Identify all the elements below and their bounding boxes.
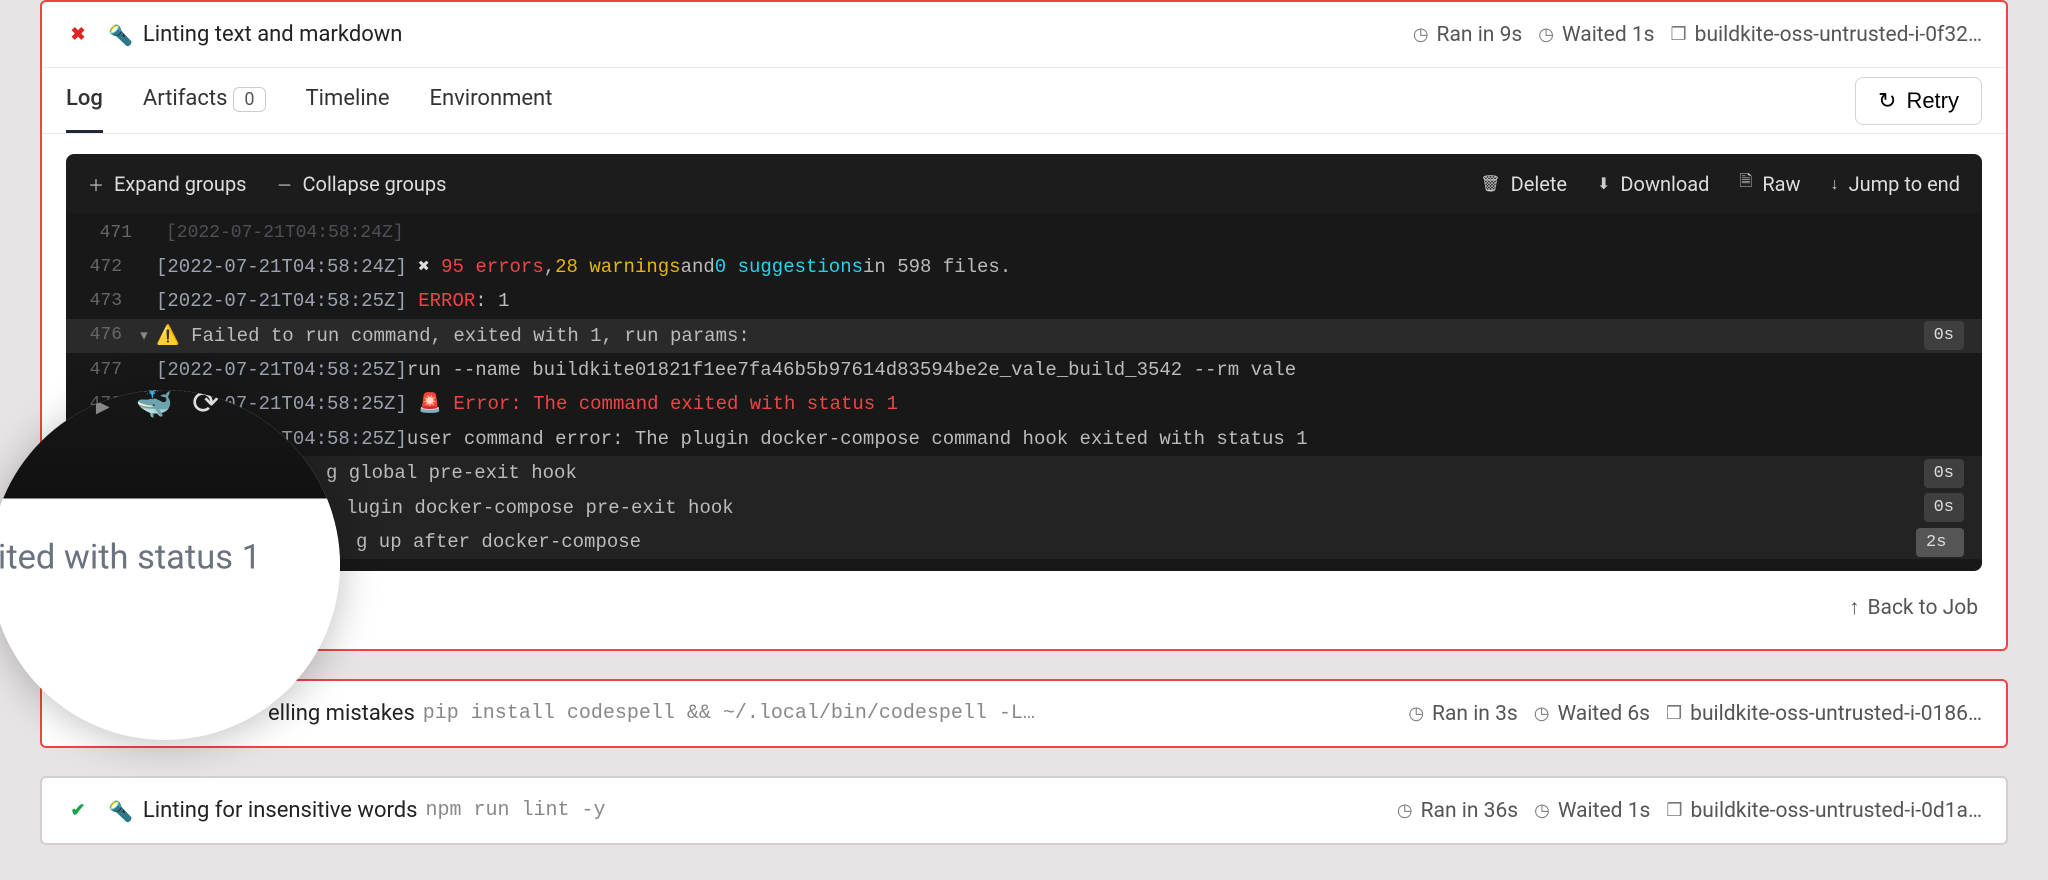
tab-timeline[interactable]: Timeline bbox=[306, 68, 390, 133]
plus-icon: ＋ bbox=[88, 172, 104, 196]
status-icon-fail: ✖ bbox=[66, 24, 90, 45]
retry-button[interactable]: ↻Retry bbox=[1855, 77, 1982, 125]
jump-to-end-button[interactable]: ↓Jump to end bbox=[1831, 170, 1960, 197]
arrow-down-icon: ↓ bbox=[1831, 174, 1839, 194]
chevron-down-icon: ▾ bbox=[136, 321, 152, 351]
trash-icon: 🗑 bbox=[1480, 174, 1500, 193]
x-icon: ✖ bbox=[418, 252, 429, 282]
raw-button[interactable]: 🗎Raw bbox=[1739, 170, 1800, 197]
log-body[interactable]: 471 [2022-07-21T04:58:24Z] 472 [2022-07-… bbox=[66, 213, 1982, 571]
log-line: 478 [2022-07-21T04:58:25Z] 🚨 Error: The … bbox=[66, 387, 1982, 421]
clock-icon: ◷ bbox=[1397, 800, 1413, 821]
job-card-insensitive-words[interactable]: ✔ 🔦 Linting for insensitive words npm ru… bbox=[40, 776, 2008, 845]
job-card-spelling[interactable]: elling mistakes pip install codespell &&… bbox=[40, 679, 2008, 748]
log-line: 471 [2022-07-21T04:58:24Z] bbox=[66, 217, 1982, 250]
job-meta: ◷Ran in 3s ◷Waited 6s ❒buildkite-oss-unt… bbox=[1408, 702, 1982, 726]
magnifier-overlay: [2022-07-21T04:58:25Z] 486 ▶ 🐳 ⟳ Exited … bbox=[0, 390, 340, 740]
arrow-up-icon: ↑ bbox=[1849, 596, 1860, 620]
retry-icon: ↻ bbox=[1878, 88, 1896, 114]
collapse-groups-button[interactable]: －Collapse groups bbox=[277, 172, 447, 196]
log-line: 481 [2022-07-21T04:58:25Z] user command … bbox=[66, 422, 1982, 456]
log-line: 473 [2022-07-21T04:58:25Z] ERROR: 1 bbox=[66, 284, 1982, 318]
job-command: pip install codespell && ~/.local/bin/co… bbox=[423, 702, 1043, 725]
log-group-header[interactable]: lugin docker-compose pre-exit hook 0s bbox=[66, 491, 1982, 525]
job-meta: ◷Ran in 9s ◷Waited 1s ❒buildkite-oss-unt… bbox=[1413, 23, 1982, 47]
log-line: 477 [2022-07-21T04:58:25Z] run --name bu… bbox=[66, 353, 1982, 387]
download-button[interactable]: ⬇Download bbox=[1597, 170, 1709, 197]
warning-icon: ⚠️ bbox=[156, 321, 180, 351]
status-icon-pass: ✔ bbox=[66, 800, 90, 821]
job-emoji: 🔦 bbox=[108, 23, 133, 47]
log-group-header[interactable]: g up after docker-compose 2s bbox=[66, 525, 1982, 559]
log-line: 472 [2022-07-21T04:58:24Z] ✖ 95 errors, … bbox=[66, 250, 1982, 284]
chevron-right-icon: ▶ bbox=[96, 392, 110, 420]
cube-icon: ❒ bbox=[1666, 800, 1682, 821]
minus-icon: － bbox=[277, 172, 293, 196]
cube-icon: ❒ bbox=[1671, 24, 1687, 45]
back-to-job-link[interactable]: ↑Back to Job bbox=[1849, 596, 1978, 620]
tab-log[interactable]: Log bbox=[66, 68, 103, 133]
alert-icon: 🚨 bbox=[418, 389, 442, 419]
clock-icon: ◷ bbox=[1534, 800, 1550, 821]
docker-icon: 🐳 bbox=[135, 390, 172, 421]
cube-icon: ❒ bbox=[1666, 703, 1682, 724]
clock-icon: ◷ bbox=[1538, 24, 1554, 45]
job-meta: ◷Ran in 36s ◷Waited 1s ❒buildkite-oss-un… bbox=[1397, 799, 1982, 823]
job-emoji: 🔦 bbox=[108, 799, 133, 823]
job-title: Linting for insensitive words bbox=[143, 798, 418, 823]
expand-groups-button[interactable]: ＋Expand groups bbox=[88, 172, 247, 196]
tabs-row: Log Artifacts0 Timeline Environment ↻Ret… bbox=[42, 67, 2006, 134]
download-icon: ⬇ bbox=[1597, 174, 1610, 193]
delete-button[interactable]: 🗑Delete bbox=[1480, 170, 1567, 197]
clock-icon: ◷ bbox=[1408, 703, 1424, 724]
job-header[interactable]: ✖ 🔦 Linting text and markdown ◷Ran in 9s… bbox=[42, 2, 2006, 67]
file-icon: 🗎 bbox=[1739, 170, 1752, 197]
tab-artifacts[interactable]: Artifacts0 bbox=[143, 68, 266, 133]
tab-environment[interactable]: Environment bbox=[430, 68, 553, 133]
log-group-header[interactable]: g global pre-exit hook 0s bbox=[66, 456, 1982, 490]
log-toolbar: ＋Expand groups －Collapse groups 🗑Delete … bbox=[66, 154, 1982, 213]
job-command: npm run lint -y bbox=[426, 799, 606, 822]
job-title: Linting text and markdown bbox=[143, 22, 403, 47]
clock-icon: ◷ bbox=[1413, 24, 1429, 45]
clock-icon: ◷ bbox=[1534, 703, 1550, 724]
log-group-header[interactable]: 476▾ ⚠️ Failed to run command, exited wi… bbox=[66, 319, 1982, 353]
